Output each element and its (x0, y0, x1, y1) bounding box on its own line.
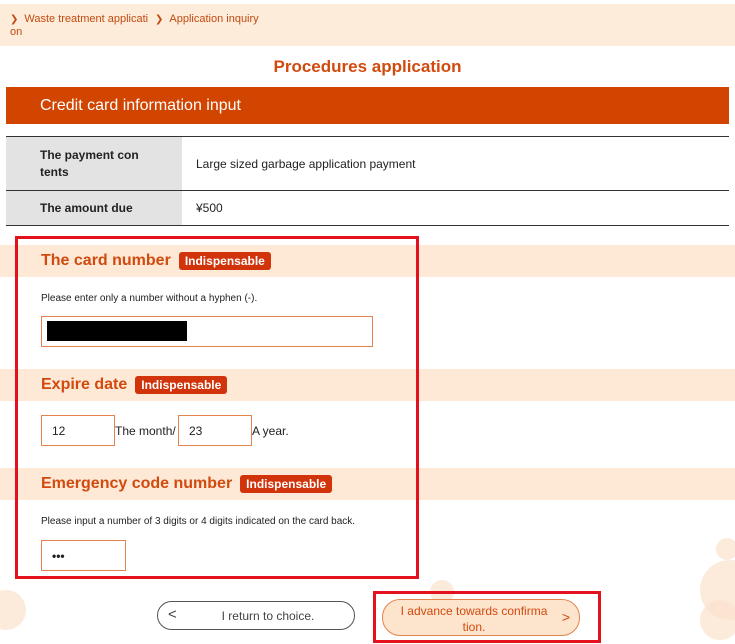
breadcrumb-label: Application inquiry (169, 13, 259, 25)
advance-to-confirmation-button[interactable]: I advance towards confirma tion. > (382, 599, 580, 636)
decor-bubble (0, 590, 26, 630)
section-header: Credit card information input (6, 87, 729, 124)
breadcrumb-item-application-inquiry[interactable]: ❯ Application inquiry (155, 13, 259, 26)
breadcrumb-label: Waste treatment applicati on (10, 13, 149, 38)
return-to-choice-button[interactable]: < I return to choice. (157, 601, 355, 630)
table-row: The payment con tents Large sized garbag… (6, 136, 729, 190)
payment-info-table: The payment con tents Large sized garbag… (6, 136, 729, 226)
amount-due-label: The amount due (6, 191, 182, 225)
chevron-left-icon: < (168, 606, 177, 623)
amount-due-value: ¥500 (196, 201, 223, 215)
chevron-right-icon: > (561, 609, 570, 625)
payment-contents-label: The payment con tents (6, 137, 182, 190)
chevron-right-icon: ❯ (155, 14, 164, 25)
breadcrumb-item-waste-treatment[interactable]: ❯ Waste treatment applicati on (10, 13, 150, 39)
advance-button-label: I advance towards confirma tion. (400, 604, 548, 634)
breadcrumb: ❯ Waste treatment applicati on ❯ Applicati… (0, 4, 735, 46)
decor-bubble (700, 600, 735, 640)
chevron-right-icon: ❯ (10, 14, 19, 25)
return-button-label: I return to choice. (221, 608, 315, 623)
decor-bubble (716, 538, 735, 560)
page-title: Procedures application (273, 57, 462, 76)
payment-contents-value: Large sized garbage application payment (196, 156, 416, 171)
highlight-box-form (15, 236, 419, 579)
table-row: The amount due ¥500 (6, 190, 729, 226)
